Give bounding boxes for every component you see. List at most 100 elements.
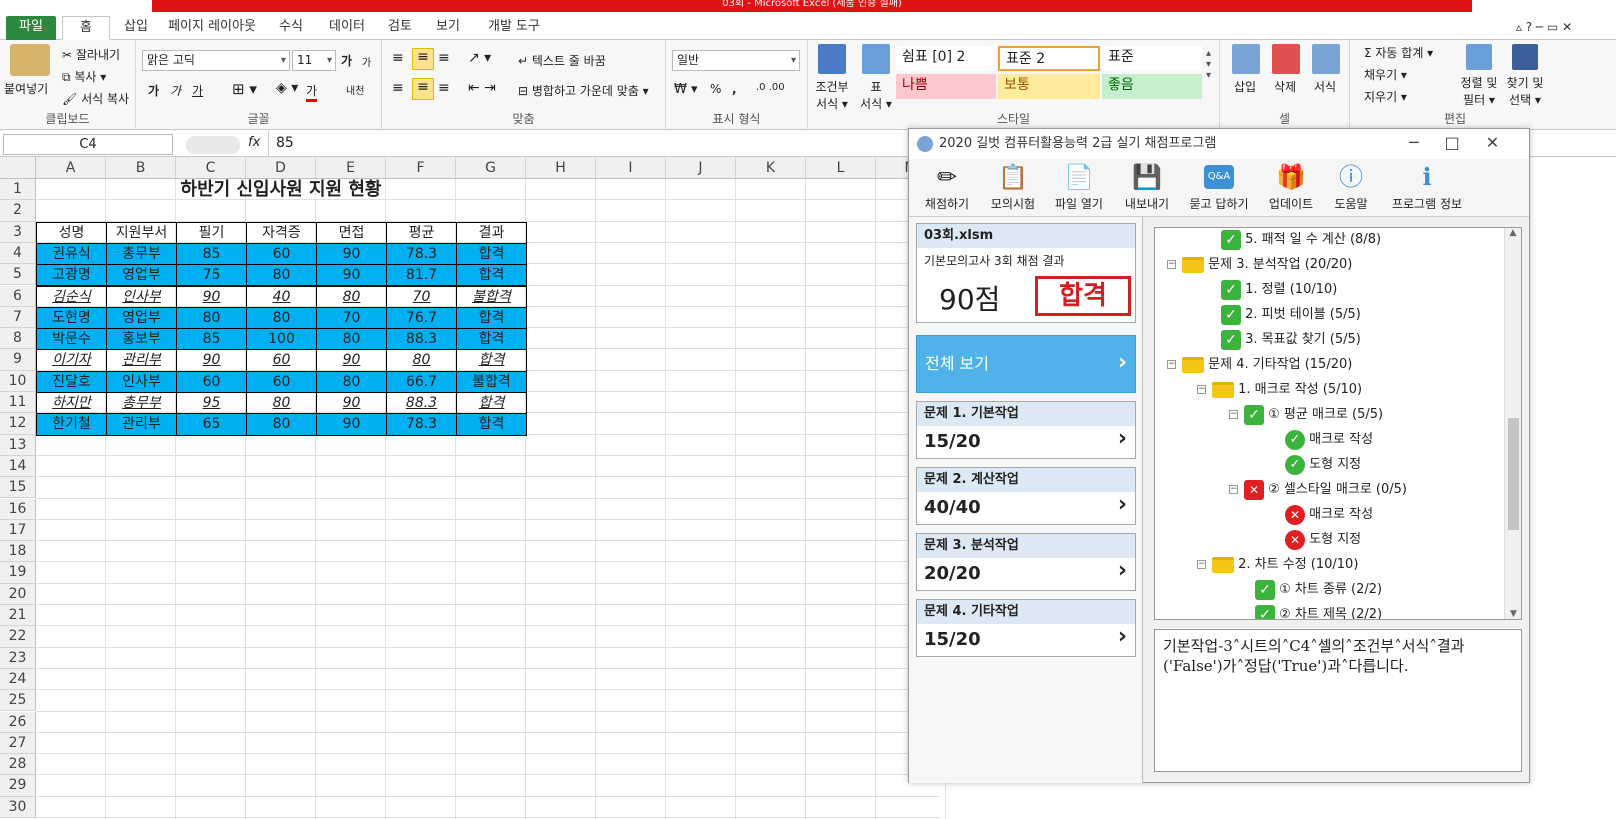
table-cell[interactable]: 81.7 [386,264,457,287]
column-header-k[interactable]: K [736,157,806,179]
format-as-table-button[interactable]: 표 서식 ▾ [856,78,896,112]
row-header[interactable]: 2 [0,200,36,222]
help-button[interactable]: ⓘ 도움말 [1327,161,1375,212]
table-cell[interactable]: 영업부 [106,264,177,287]
column-header-e[interactable]: E [316,157,386,179]
tree-item[interactable]: ✕ 도형 지정 [1285,528,1361,552]
table-cell[interactable]: 이기자 [36,349,107,372]
function-icon[interactable]: fx [248,135,260,150]
row-header[interactable]: 23 [0,647,36,669]
row-header[interactable]: 4 [0,242,36,265]
dialog-window-controls[interactable]: ─□✕ [1409,133,1525,152]
tab-view[interactable]: 보기 [426,16,470,40]
table-cell[interactable]: 진달호 [36,370,107,393]
program-info-button[interactable]: ℹ 프로그램 정보 [1385,161,1469,212]
table-cell[interactable]: 도현명 [36,306,107,330]
tree-item[interactable]: ✓ 1. 정렬 (10/10) [1221,278,1337,302]
row-header[interactable]: 16 [0,498,36,520]
sheet-title[interactable]: 하반기 신입사원 지원 현황 [36,179,526,200]
scroll-up-icon[interactable]: ▲ [1505,228,1521,238]
tab-developer[interactable]: 개발 도구 [476,16,552,40]
table-cell[interactable]: 홍보부 [106,328,177,351]
row-header[interactable]: 1 [0,179,36,201]
tree-item[interactable]: ✓ 5. 패적 일 수 계산 (8/8) [1221,228,1381,252]
row-header[interactable]: 14 [0,455,36,478]
table-cell[interactable]: 75 [176,264,247,287]
qna-button[interactable]: Q&A 묻고 답하기 [1185,161,1253,212]
table-cell[interactable]: 80 [316,328,387,351]
tab-page-layout[interactable]: 페이지 레이아웃 [160,16,264,40]
row-header[interactable]: 21 [0,605,36,627]
format-cells-button[interactable]: 서식 [1314,78,1336,95]
collapse-icon[interactable]: − [1197,385,1206,394]
collapse-icon[interactable]: − [1229,485,1238,494]
table-cell[interactable]: 66.7 [386,370,457,393]
row-header[interactable]: 24 [0,668,36,691]
table-cell[interactable]: 90 [316,349,387,372]
sort-filter-button[interactable]: 정렬 및 필터 ▾ [1454,74,1504,108]
table-cell[interactable]: 65 [176,413,247,436]
table-cell[interactable]: 총무부 [106,392,177,415]
collapse-icon[interactable]: − [1167,260,1176,269]
table-cell[interactable]: 90 [316,242,387,266]
tree-item[interactable]: ✓ 매크로 작성 [1285,428,1373,452]
align-left-icon[interactable]: ≡ [392,80,404,96]
paste-button[interactable]: 붙여넣기 [4,80,48,97]
scroll-down-icon[interactable]: ▼ [1505,609,1521,619]
tree-item[interactable]: − 1. 매크로 작성 (5/10) [1197,378,1362,402]
number-format-select[interactable]: 일반 [672,50,800,71]
row-header[interactable]: 5 [0,264,36,286]
table-cell[interactable]: 한기철 [36,413,107,436]
table-cell[interactable]: 지원부서 [106,221,177,244]
row-header[interactable]: 15 [0,477,36,499]
select-all-corner[interactable] [0,157,36,179]
underline-button[interactable]: 가 [192,82,203,99]
table-cell[interactable]: 영업부 [106,306,177,330]
table-cell[interactable]: 40 [246,285,317,308]
wrap-text-button[interactable]: ↵ 텍스트 줄 바꿈 [518,52,606,69]
column-header-d[interactable]: D [246,157,316,179]
table-cell[interactable]: 필기 [176,221,247,244]
collapse-icon[interactable]: − [1167,360,1176,369]
styles-scroll-icon[interactable]: ▴ ▾ ▾ [1206,48,1211,81]
table-cell[interactable]: 78.3 [386,242,457,266]
problem-3-card[interactable]: 문제 3. 분석작업 20/20 › [916,533,1136,591]
tree-item[interactable]: ✕ 매크로 작성 [1285,503,1373,527]
row-header[interactable]: 27 [0,732,36,755]
table-cell[interactable]: 60 [176,370,247,393]
table-cell[interactable]: 박문수 [36,328,107,351]
table-cell[interactable]: 합격 [456,306,527,330]
grade-button[interactable]: ✏ 채점하기 [921,161,973,212]
tree-item[interactable]: − 문제 3. 분석작업 (20/20) [1167,253,1352,277]
tab-insert[interactable]: 삽입 [110,16,162,40]
column-header-j[interactable]: J [666,157,736,179]
row-header[interactable]: 19 [0,562,36,584]
font-size-select[interactable]: 11 [292,50,336,71]
copy-button[interactable]: ⧉ 복사 ▾ [62,68,106,85]
align-top-icon[interactable]: ≡ [392,50,404,66]
align-center-icon[interactable]: ≡ [412,78,434,100]
comma-button[interactable]: , [732,82,737,96]
row-header[interactable]: 26 [0,711,36,733]
table-cell[interactable]: 관리부 [106,413,177,436]
conditional-format-button[interactable]: 조건부 서식 ▾ [812,78,852,112]
indent-icon[interactable]: ⇤ ⇥ [468,80,496,96]
clear-button[interactable]: 지우기 ▾ [1364,88,1407,105]
row-header[interactable]: 30 [0,796,36,818]
column-header-l[interactable]: L [806,157,876,179]
table-cell[interactable]: 불합격 [456,370,527,393]
fill-color-icon[interactable]: ◈ ▾ [276,80,298,96]
table-cell[interactable]: 85 [176,242,247,266]
phonetic-button[interactable]: 내천 [346,82,364,97]
delete-cells-button[interactable]: 삭제 [1274,78,1296,95]
table-cell[interactable]: 인사부 [106,370,177,393]
column-header-c[interactable]: C [176,157,246,179]
style-bad[interactable]: 나쁨 [896,74,996,99]
table-cell[interactable]: 합격 [456,392,527,415]
italic-button[interactable]: 가 [170,82,181,99]
table-cell[interactable]: 60 [246,349,317,372]
tree-item[interactable]: − 문제 4. 기타작업 (15/20) [1167,353,1352,377]
table-cell[interactable]: 85 [176,328,247,351]
shrink-font-button[interactable]: 가 [362,54,371,69]
table-cell[interactable]: 김순식 [36,285,107,308]
